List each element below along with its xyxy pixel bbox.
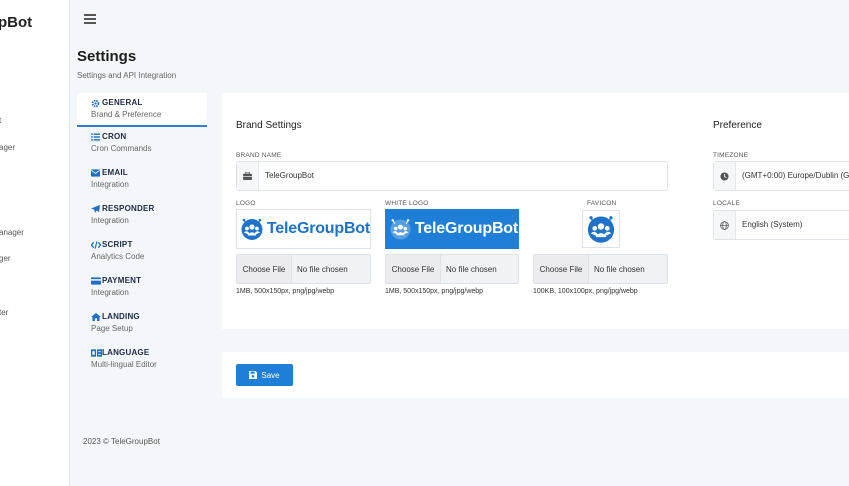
tab-title: PAYMENT <box>102 276 142 285</box>
tab-subtitle: Page Setup <box>91 324 133 333</box>
brand-name-value: TeleGroupBot <box>265 171 314 180</box>
save-card <box>222 352 849 398</box>
settings-nav: GENERAL Brand & Preference CRON Cron Com… <box>77 93 207 379</box>
tab-subtitle: Cron Commands <box>91 144 152 153</box>
brand-logo-text[interactable]: pBot <box>0 14 32 31</box>
favicon-hint: 100KB, 100x100px, png/jpg/webp <box>533 288 638 295</box>
home-icon <box>91 313 101 321</box>
white-logo-label: WHITE LOGO <box>385 200 429 207</box>
envelope-icon <box>91 169 100 177</box>
file-name: No file chosen <box>297 265 348 274</box>
bot-favicon-icon <box>587 216 615 243</box>
tab-title: CRON <box>102 132 127 141</box>
logo-file-input[interactable]: Choose File No file chosen <box>236 254 371 284</box>
page-subtitle: Settings and API Integration <box>77 71 177 80</box>
favicon-preview <box>582 210 620 248</box>
sidebar-item-fragment[interactable]: ter <box>0 308 8 317</box>
file-name: No file chosen <box>446 265 497 274</box>
logo-label: LOGO <box>236 200 256 207</box>
choose-file-button[interactable]: Choose File <box>237 255 292 283</box>
list-icon <box>91 133 100 141</box>
tab-subtitle: Multi-lingual Editor <box>91 360 157 369</box>
timezone-select[interactable]: (GMT+0:00) Europe/Dublin (Gr <box>713 161 849 191</box>
briefcase-icon <box>237 162 259 190</box>
brand-settings-heading: Brand Settings <box>236 120 302 131</box>
tab-general[interactable]: GENERAL Brand & Preference <box>77 93 207 127</box>
tab-payment[interactable]: PAYMENT Integration <box>77 271 207 307</box>
tab-subtitle: Integration <box>91 180 129 189</box>
logo-hint: 1MB, 500x150px, png/jpg/webp <box>236 288 335 295</box>
preference-heading: Preference <box>713 120 762 131</box>
save-label: Save <box>261 370 280 380</box>
locale-label: LOCALE <box>713 200 740 207</box>
brand-name-field[interactable]: TeleGroupBot <box>236 161 668 191</box>
brand-name-label: BRAND NAME <box>236 152 282 159</box>
locale-value: English (System) <box>742 220 803 229</box>
sidebar-item-fragment[interactable]: ger <box>0 254 11 263</box>
tab-subtitle: Analytics Code <box>91 252 145 261</box>
sidebar-item-fragment[interactable]: t <box>0 116 1 125</box>
tab-script[interactable]: SCRIPT Analytics Code <box>77 235 207 271</box>
tab-title: LANGUAGE <box>102 348 150 357</box>
save-button[interactable]: Save <box>236 364 293 386</box>
tab-subtitle: Integration <box>91 216 129 225</box>
tab-title: GENERAL <box>102 98 143 107</box>
tab-title: RESPONDER <box>102 204 155 213</box>
paper-plane-icon <box>91 205 100 213</box>
tab-cron[interactable]: CRON Cron Commands <box>77 127 207 163</box>
choose-file-button[interactable]: Choose File <box>534 255 589 283</box>
sidebar-item-fragment[interactable]: ager <box>0 143 15 152</box>
tab-title: LANDING <box>102 312 140 321</box>
bot-logo-icon <box>241 218 263 240</box>
choose-file-button[interactable]: Choose File <box>386 255 441 283</box>
sidebar-item-fragment[interactable]: anager <box>0 228 24 237</box>
timezone-value: (GMT+0:00) Europe/Dublin (Gr <box>742 171 849 180</box>
language-icon <box>91 349 102 357</box>
code-icon <box>90 241 102 249</box>
logo-text: TeleGroupBot <box>266 220 370 237</box>
tab-responder[interactable]: RESPONDER Integration <box>77 199 207 235</box>
white-logo-preview: TeleGroupBot <box>385 209 519 249</box>
gear-icon <box>91 99 100 108</box>
tab-title: EMAIL <box>102 168 128 177</box>
bot-logo-icon <box>390 219 411 240</box>
favicon-file-input[interactable]: Choose File No file chosen <box>533 254 668 284</box>
tab-title: SCRIPT <box>102 240 133 249</box>
white-logo-text: TeleGroupBot <box>414 220 518 237</box>
locale-select[interactable]: English (System) <box>713 210 849 240</box>
tab-email[interactable]: EMAIL Integration <box>77 163 207 199</box>
logo-preview: TeleGroupBot <box>236 209 371 249</box>
floppy-disk-icon <box>249 371 258 379</box>
file-name: No file chosen <box>594 265 645 274</box>
globe-icon <box>714 211 736 239</box>
timezone-label: TIMEZONE <box>713 152 749 159</box>
tab-subtitle: Integration <box>91 288 129 297</box>
tab-subtitle: Brand & Preference <box>91 110 162 119</box>
clock-icon <box>714 162 736 190</box>
footer-copyright: 2023 © TeleGroupBot <box>83 437 160 446</box>
page-title: Settings <box>77 48 137 65</box>
credit-card-icon <box>91 277 101 285</box>
favicon-label: FAVICON <box>587 200 617 207</box>
tab-landing[interactable]: LANDING Page Setup <box>77 307 207 343</box>
white-logo-file-input[interactable]: Choose File No file chosen <box>385 254 519 284</box>
menu-toggle-icon[interactable] <box>84 14 96 24</box>
tab-language[interactable]: LANGUAGE Multi-lingual Editor <box>77 343 207 379</box>
sidebar: pBot t ager anager ger ter <box>0 0 70 486</box>
white-logo-hint: 1MB, 500x150px, png/jpg/webp <box>385 288 484 295</box>
